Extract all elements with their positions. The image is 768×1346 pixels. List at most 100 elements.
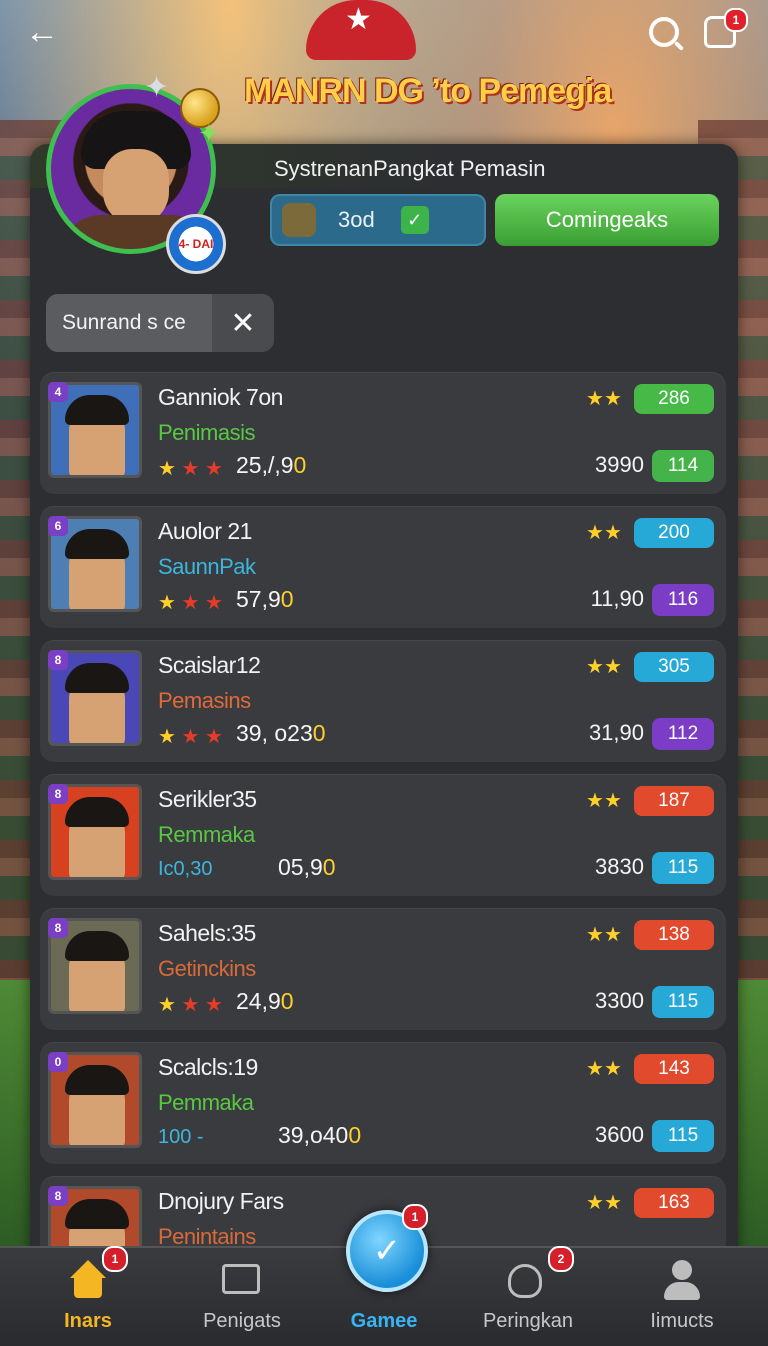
page-title: MANRN DG ’to Pemegia [244,72,612,110]
level-badge: 4- DAI [166,214,226,274]
prefix-text: 100 - [158,1126,204,1148]
player-name: Scaislar12 [158,652,261,678]
table-row[interactable]: 8 Serikler35 Remmaka ★★ 187 Ic0,30 05,90 3… [40,774,726,896]
player-subtitle: Remmaka [158,822,255,847]
rank-number: 6 [48,516,68,536]
hero-hair [65,931,129,961]
score-bar: 163 [634,1188,714,1218]
player-subtitle: Pemmaka [158,1090,254,1115]
rating-stars-icon: ★ ★ ★ [158,592,223,614]
hero-hair [65,529,129,559]
star-rating-icon: ★★ [586,1058,622,1080]
level-pill: 116 [652,584,714,616]
score-main: 25,/,9 [236,452,294,478]
back-button[interactable]: ← [22,12,62,52]
nav-item-ranking[interactable]: 2 Peringkan [458,1246,598,1346]
hero-hair [65,1199,129,1229]
rank-number: 8 [48,784,68,804]
table-row[interactable]: 0 Scalcls:19 Pemmaka ★★ 143 100 -39,o400… [40,1042,726,1164]
player-score: 24,90 [236,988,294,1015]
stat-chip[interactable]: 3od ✓ [270,194,486,246]
rating-stars-icon: ★ ★ ★ [158,726,223,748]
nav-item-messages[interactable]: Penigats [172,1248,312,1346]
nav-label: Penigats [203,1310,281,1332]
user-icon [662,1260,702,1300]
nav-badge: 2 [548,1246,574,1272]
score-main: 39, o23 [236,720,313,746]
nav-label: Gamee [350,1310,418,1332]
table-row[interactable]: 8 Scaislar12 Pemasins ★★ 305 ★ ★ ★ 39, o2… [40,640,726,762]
score-bar: 286 [634,384,714,414]
prefix-text: Ic0,30 [158,858,213,880]
score-tail: 0 [280,586,294,612]
rank-number: 8 [48,918,68,938]
hero-hair [65,663,129,693]
score-main: 57,9 [236,586,281,612]
star-rating-icon: ★★ [586,522,622,544]
stat-value: 3od [338,207,375,232]
coming-soon-button[interactable]: Comingeaks [495,194,719,246]
hero-hair [65,395,129,425]
nav-item-profile[interactable]: Iimucts [612,1248,752,1346]
player-name: Sahels:35 [158,920,256,946]
total-points: 3830 [595,854,644,879]
score-bar: 200 [634,518,714,548]
score-bar: 138 [634,920,714,950]
score-main: 24,9 [236,988,281,1014]
player-subtitle: Getinckins [158,956,256,981]
total-points: 11,90 [590,586,644,611]
mail-icon [222,1264,260,1294]
score-bar: 187 [634,786,714,816]
rank-number: 4 [48,382,68,402]
score-bar: 305 [634,652,714,682]
hero-hair [65,797,129,827]
mascot-star-icon: ★ [345,3,372,36]
rating-stars-icon: Ic0,30 [158,858,212,881]
star-rating-icon: ★★ [586,924,622,946]
hero-hair [65,1065,129,1095]
total-points: 3990 [595,452,644,477]
search-filter[interactable]: Sunrand s ce ✕ [46,294,274,352]
star-rating-icon: ★★ [586,656,622,678]
level-pill: 114 [652,450,714,482]
section-title: SystrenanPangkat Pemasin [274,156,546,181]
table-row[interactable]: 6 Auolor 21 SaunnPak ★★ 200 ★ ★ ★ 57,90 11… [40,506,726,628]
score-tail: 0 [312,720,326,746]
nav-badge: 1 [402,1204,428,1230]
level-pill: 112 [652,718,714,750]
level-pill: 115 [652,852,714,884]
avatar-face [103,149,169,225]
player-score: 39, o230 [236,720,326,747]
level-pill: 115 [652,1120,714,1152]
total-points: 3300 [595,988,644,1013]
rank-number: 0 [48,1052,68,1072]
filter-text[interactable]: Sunrand s ce [46,294,212,352]
sparkle-icon: ✦ [198,118,220,148]
profile-button[interactable]: 1 [700,8,748,52]
rating-stars-icon: ★ ★ ★ [158,994,223,1016]
total-points: 3600 [595,1122,644,1147]
player-name: Scalcls:19 [158,1054,258,1080]
arrow-left-icon: ← [25,12,59,51]
table-row[interactable]: 8 Sahels:35 Getinckins ★★ 138 ★ ★ ★ 24,90… [40,908,726,1030]
table-row[interactable]: 4 Ganniok 7on Penimasis ★★ 286 ★ ★ ★ 25,/… [40,372,726,494]
games-center-button[interactable]: ✓ 1 [346,1204,428,1292]
score-tail: 0 [322,854,336,880]
nav-badge: 1 [102,1246,128,1272]
score-tail: 0 [348,1122,362,1148]
score-main: 39,o40 [278,1122,349,1148]
player-score: 39,o400 [278,1122,361,1149]
nav-item-home[interactable]: 1 Inars [18,1246,158,1346]
close-icon[interactable]: ✕ [212,294,274,352]
silver-medal-icon: ✦ [144,71,170,104]
trophy-icon [282,203,316,237]
rating-stars-icon: 100 - [158,1126,204,1149]
player-name: Ganniok 7on [158,384,283,410]
player-name: Auolor 21 [158,518,252,544]
player-name: Serikler35 [158,786,257,812]
search-button[interactable] [644,12,684,52]
score-bar: 143 [634,1054,714,1084]
star-rating-icon: ★★ [586,790,622,812]
rating-stars-icon: ★ ★ ★ [158,458,223,480]
nav-label: Peringkan [482,1310,574,1332]
